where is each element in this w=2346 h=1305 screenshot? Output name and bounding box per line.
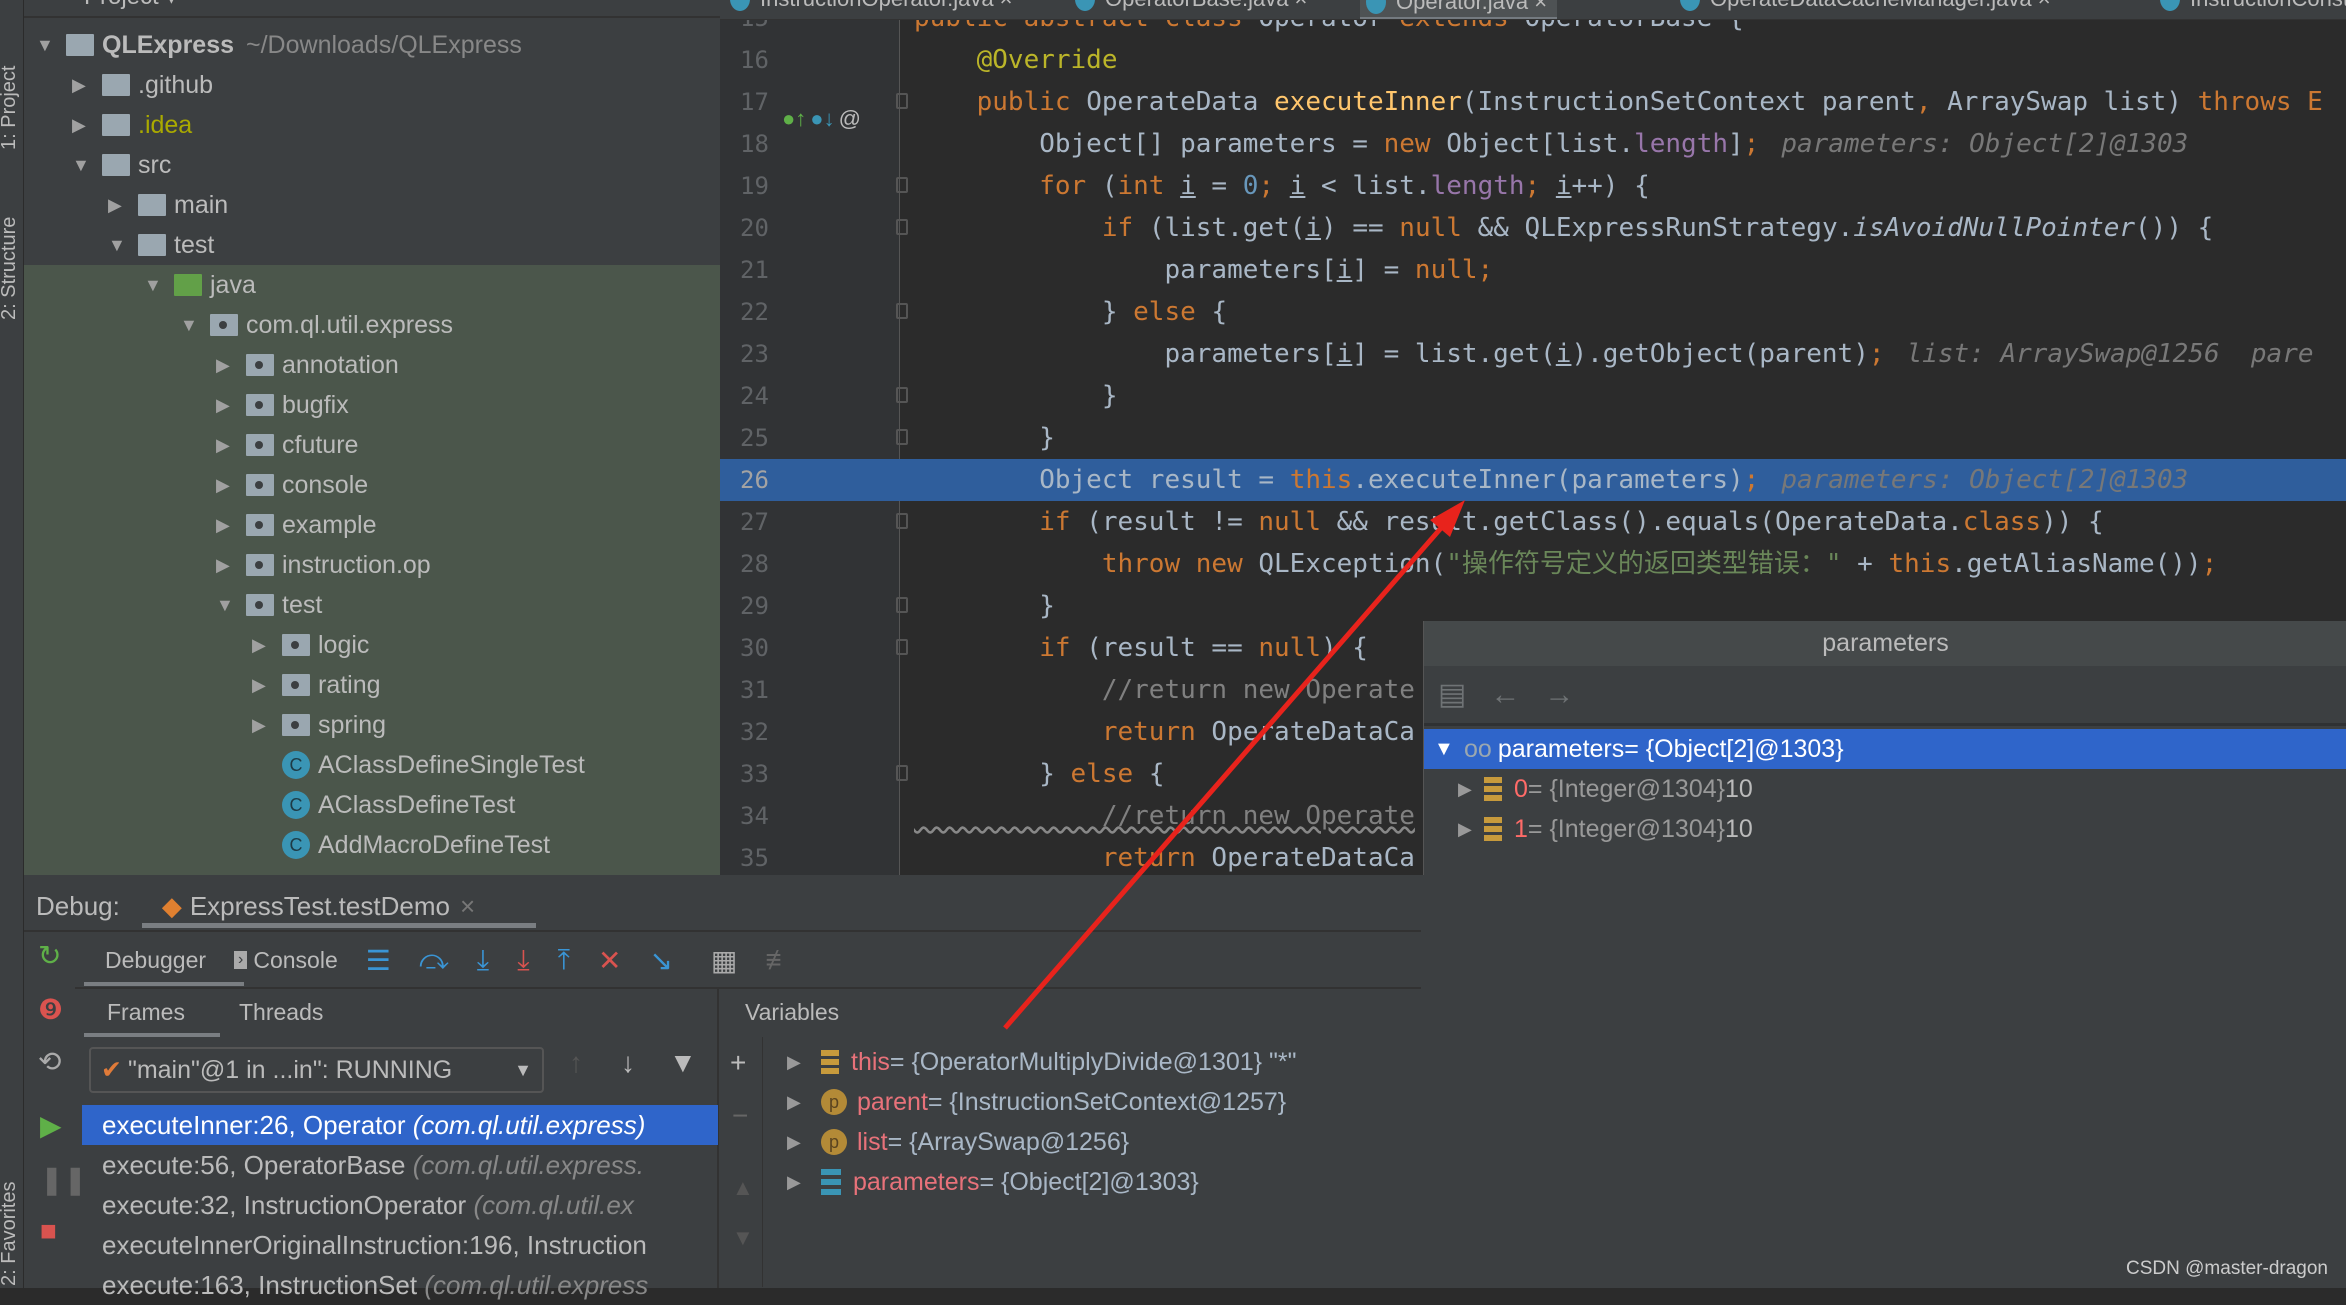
annotation-arrow	[1003, 500, 1465, 1030]
watermark: CSDN @master-dragon	[2126, 1258, 2328, 1279]
